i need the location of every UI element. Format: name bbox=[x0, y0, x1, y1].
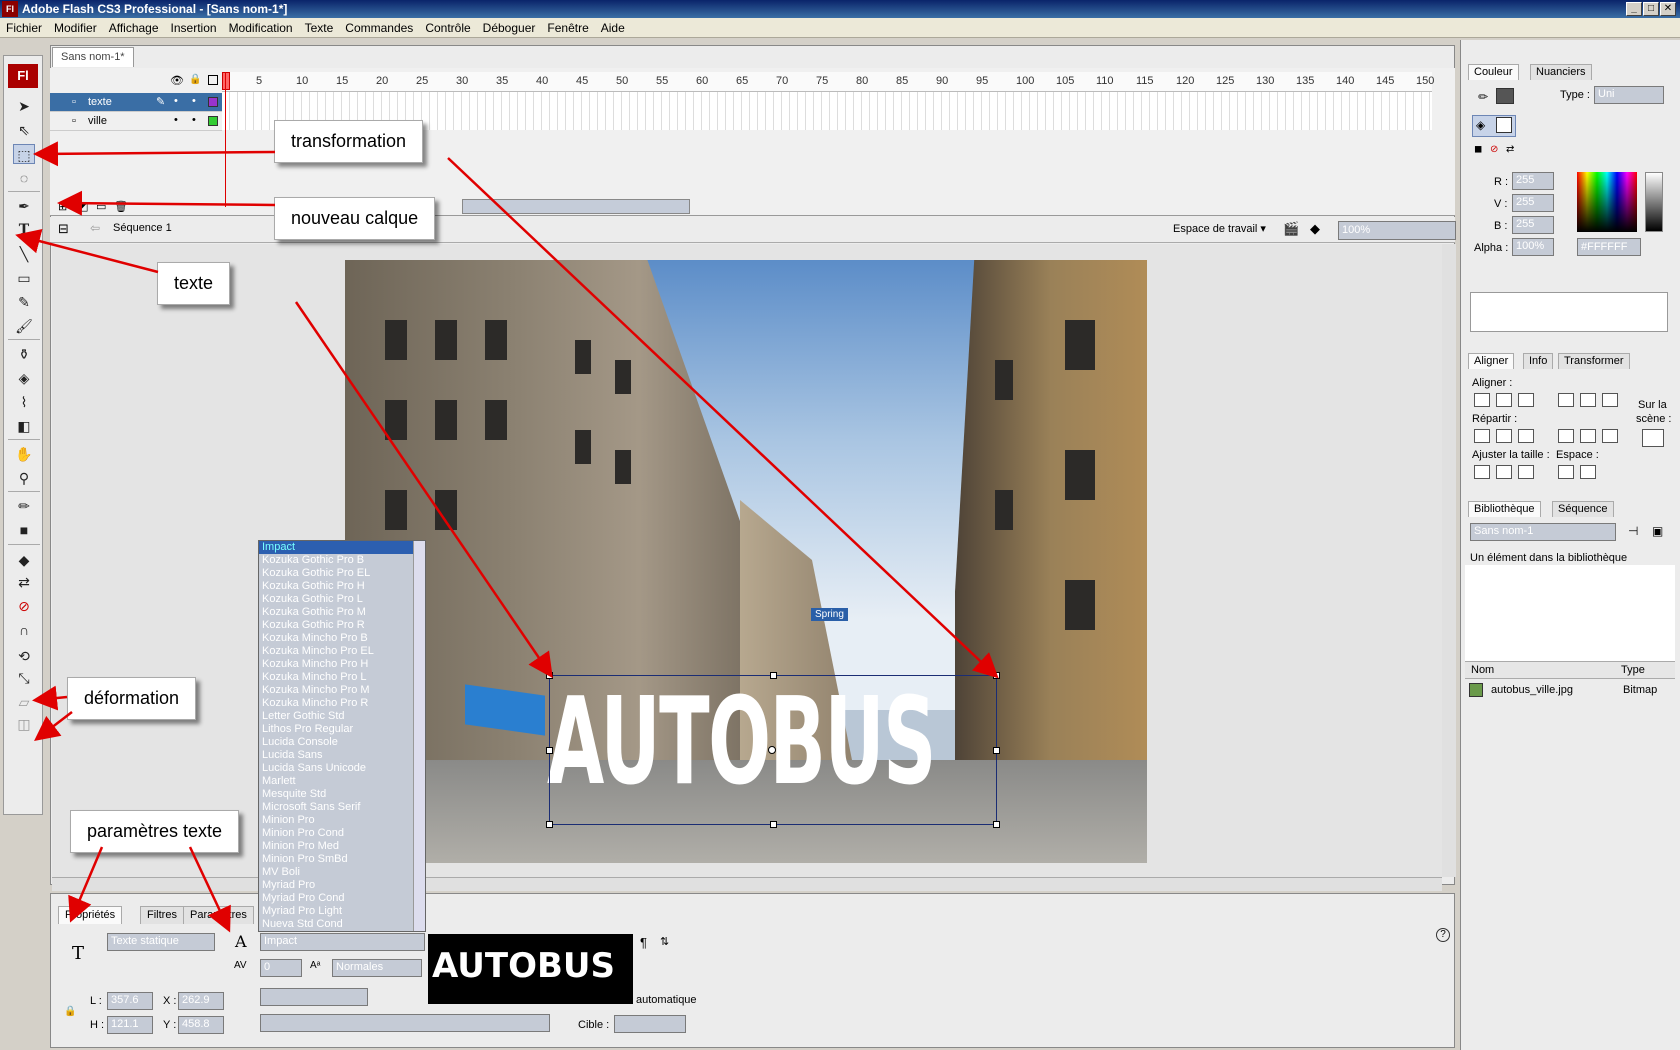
arrow bbox=[33, 141, 276, 167]
arrow bbox=[34, 711, 73, 742]
arrow bbox=[68, 846, 104, 923]
arrow bbox=[32, 685, 68, 711]
arrow bbox=[15, 228, 159, 274]
arrow bbox=[188, 846, 231, 933]
annotation-arrows bbox=[15, 141, 999, 933]
arrow bbox=[57, 190, 276, 216]
arrow bbox=[447, 157, 999, 679]
arrow bbox=[294, 301, 553, 679]
